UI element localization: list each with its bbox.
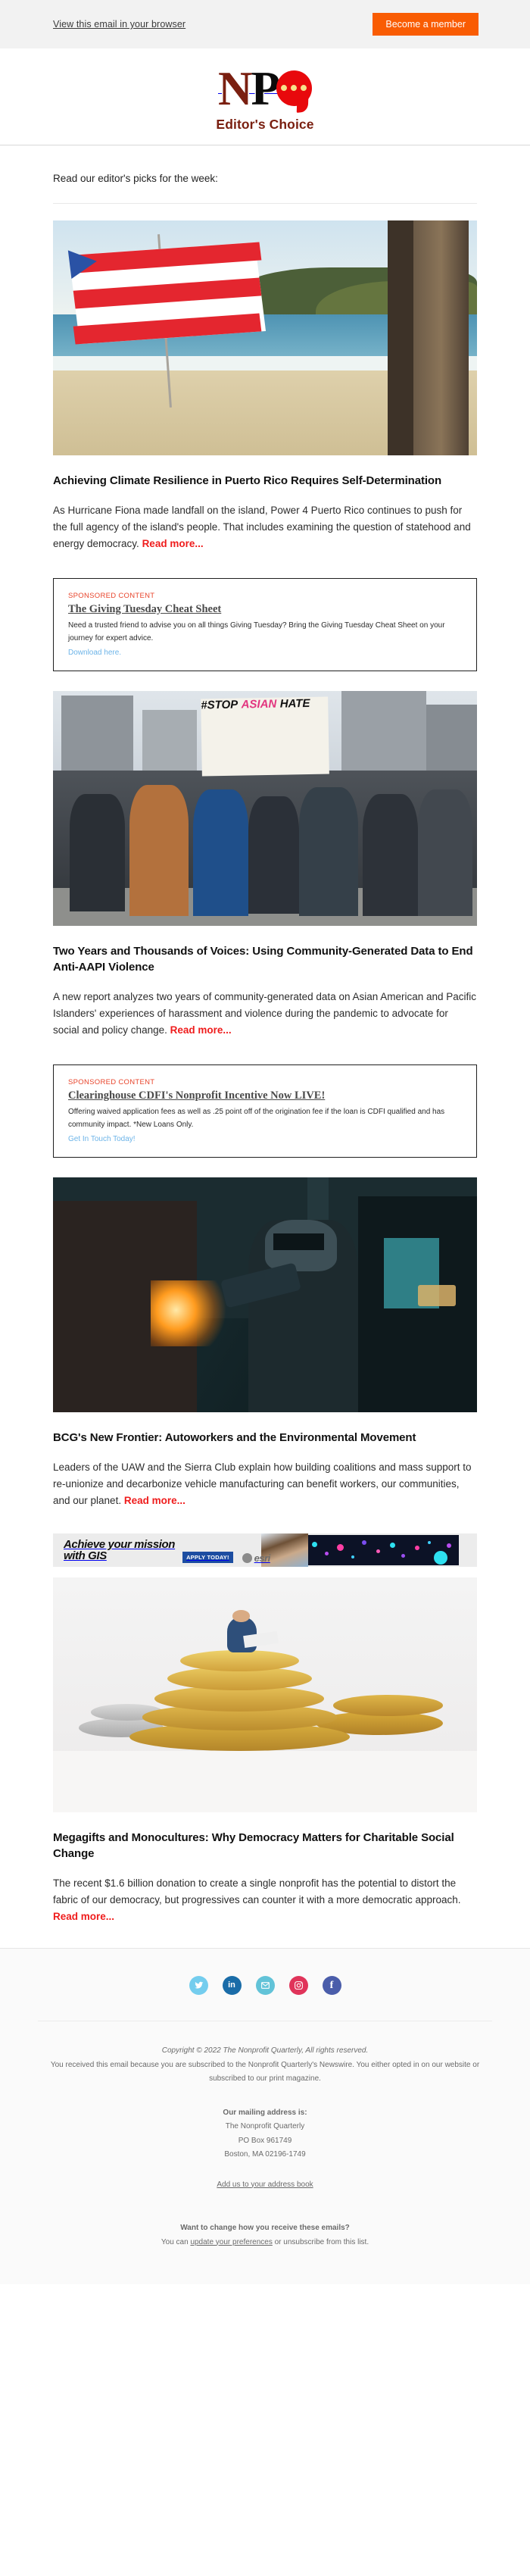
article-summary: As Hurricane Fiona made landfall on the …	[53, 505, 471, 549]
article-summary: A new report analyzes two years of commu…	[53, 991, 477, 1036]
article-item: Achieving Climate Resilience in Puerto R…	[53, 220, 477, 575]
add-to-address-book-link[interactable]: Add us to your address book	[217, 2181, 313, 2189]
esri-wordmark: esri	[254, 1552, 271, 1565]
sponsored-label: SPONSORED CONTENT	[68, 1077, 155, 1086]
article-body: Leaders of the UAW and the Sierra Club e…	[53, 1459, 477, 1509]
address-line-1: The Nonprofit Quarterly	[225, 2122, 305, 2131]
prefs-prefix: You can	[161, 2237, 191, 2246]
stop-asian-hate-protest-photo[interactable]: #STOP ASIAN HATE	[53, 690, 477, 926]
article-title[interactable]: Megagifts and Monocultures: Why Democrac…	[53, 1830, 477, 1862]
apply-today-button[interactable]: APPLY TODAY!	[182, 1552, 233, 1564]
linkedin-icon[interactable]: in	[222, 1976, 242, 1995]
linkedin-glyph: in	[228, 1980, 235, 1990]
sponsored-title-link[interactable]: Clearinghouse CDFI's Nonprofit Incentive…	[68, 1089, 325, 1102]
prefs-heading: Want to change how you receive these ema…	[180, 2223, 350, 2232]
address-line-3: Boston, MA 02196-1749	[224, 2150, 306, 2159]
email-preferences-block: Want to change how you receive these ema…	[38, 2221, 492, 2249]
sponsored-description: Offering waived application fees as well…	[68, 1107, 445, 1129]
read-more-link[interactable]: Read more...	[170, 1024, 232, 1036]
article-title[interactable]: Two Years and Thousands of Voices: Using…	[53, 944, 477, 975]
copyright-text: Copyright © 2022 The Nonprofit Quarterly…	[161, 2046, 369, 2055]
article-body: As Hurricane Fiona made landfall on the …	[53, 502, 477, 552]
prefs-suffix: or unsubscribe from this list.	[272, 2237, 369, 2246]
esri-logo: esri	[242, 1552, 270, 1564]
instagram-icon[interactable]	[288, 1976, 308, 1995]
article-body: A new report analyzes two years of commu…	[53, 989, 477, 1039]
intro-text: Read our editor's picks for the week:	[53, 173, 218, 184]
esri-gis-banner-ad[interactable]: Achieve your mission with GIS APPLY TODA…	[53, 1533, 477, 1568]
sponsored-cta-link[interactable]: Download here.	[68, 649, 121, 657]
article-item: #STOP ASIAN HATE Two Years and Thousands…	[53, 690, 477, 1061]
sponsored-title-link[interactable]: The Giving Tuesday Cheat Sheet	[68, 603, 221, 616]
email-icon[interactable]	[255, 1976, 275, 1995]
stacked-coins-figure-photo[interactable]	[53, 1577, 477, 1813]
newsletter-body: Read our editor's picks for the week: Ac…	[0, 152, 530, 1948]
footer: in f Copyright © 2022 The Nonprofit Quar…	[0, 1948, 530, 2284]
subscription-notice: You received this email because you are …	[50, 2060, 480, 2084]
sponsored-content-block: SPONSORED CONTENT The Giving Tuesday Che…	[53, 577, 477, 671]
logo-letter-p: P	[251, 62, 281, 115]
intro-divider	[53, 202, 477, 204]
sponsored-description: Need a trusted friend to advise you on a…	[68, 621, 445, 642]
article-summary: Leaders of the UAW and the Sierra Club e…	[53, 1462, 472, 1507]
sponsored-label: SPONSORED CONTENT	[68, 591, 155, 600]
npq-logo[interactable]: NP	[218, 65, 312, 113]
preheader-bar: View this email in your browser Become a…	[0, 0, 530, 48]
esri-globe-icon	[242, 1553, 252, 1564]
read-more-link[interactable]: Read more...	[124, 1495, 186, 1506]
article-title[interactable]: BCG's New Frontier: Autoworkers and the …	[53, 1430, 477, 1446]
page-title: Editor's Choice	[216, 117, 314, 132]
read-more-link[interactable]: Read more...	[53, 1911, 114, 1922]
facebook-glyph: f	[329, 1979, 334, 1991]
twitter-icon[interactable]	[189, 1976, 208, 1995]
logo-speech-bubble-icon	[276, 70, 312, 113]
article-body: The recent $1.6 billion donation to crea…	[53, 1875, 477, 1925]
article-summary: The recent $1.6 billion donation to crea…	[53, 1877, 461, 1906]
prefs-sentence: You can update your preferences or unsub…	[38, 2235, 492, 2249]
address-heading: Our mailing address is:	[223, 2108, 307, 2117]
update-preferences-link[interactable]: update your preferences	[190, 2238, 272, 2246]
sponsored-content-block: SPONSORED CONTENT Clearinghouse CDFI's N…	[53, 1064, 477, 1158]
masthead: NP Editor's Choice	[0, 48, 530, 152]
banner-headline-line2: with GIS	[64, 1549, 107, 1563]
read-more-link[interactable]: Read more...	[142, 538, 204, 549]
view-in-browser-link[interactable]: View this email in your browser	[53, 19, 186, 30]
puerto-rico-flag-beach-photo[interactable]	[53, 220, 477, 455]
sponsored-cta-link[interactable]: Get In Touch Today!	[68, 1135, 136, 1143]
address-line-2: PO Box 961749	[238, 2136, 292, 2145]
article-title[interactable]: Achieving Climate Resilience in Puerto R…	[53, 474, 477, 489]
social-links-row: in f	[38, 1976, 492, 1995]
autoworker-welding-photo[interactable]	[53, 1177, 477, 1412]
article-item: BCG's New Frontier: Autoworkers and the …	[53, 1177, 477, 1532]
article-item: Megagifts and Monocultures: Why Democrac…	[53, 1577, 477, 1948]
banner-headline: Achieve your mission with GIS	[53, 1539, 175, 1562]
become-a-member-button[interactable]: Become a member	[373, 12, 479, 36]
mailing-address-block: Our mailing address is: The Nonprofit Qu…	[38, 2106, 492, 2162]
logo-letter-n: N	[218, 62, 252, 115]
facebook-icon[interactable]: f	[322, 1976, 341, 1995]
